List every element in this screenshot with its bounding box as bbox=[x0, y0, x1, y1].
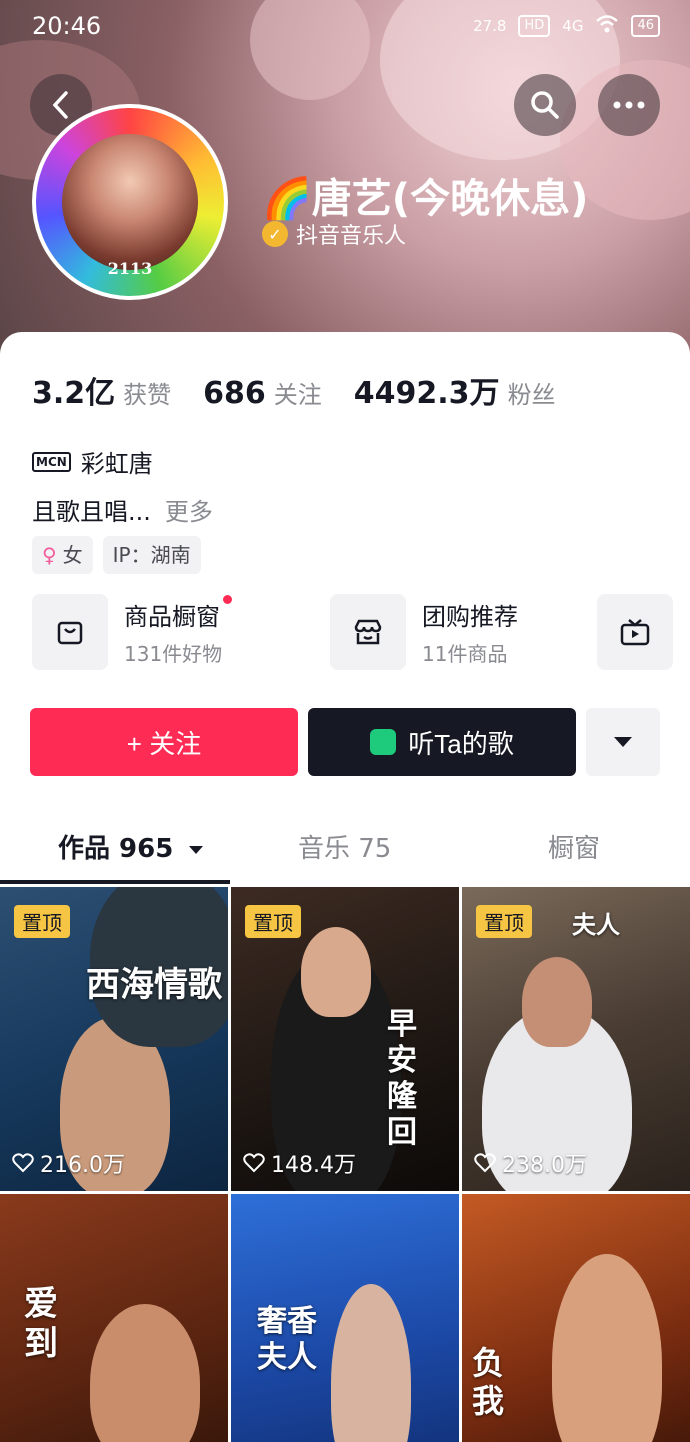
product-showcase-title: 商品橱窗 bbox=[124, 603, 220, 631]
profile-card: 3.2亿 获赞 686 关注 4492.3万 粉丝 MCN 彩虹唐 且歌且唱... 更多… bbox=[0, 332, 690, 1442]
profile-stats: 3.2亿 获赞 686 关注 4492.3万 粉丝 bbox=[32, 368, 588, 412]
mcn-icon: MCN bbox=[32, 451, 71, 472]
hd-icon: HD bbox=[518, 15, 551, 37]
search-button[interactable] bbox=[514, 74, 576, 136]
pinned-badge: 置顶 bbox=[476, 905, 532, 938]
profile-bio: 且歌且唱... 更多 bbox=[32, 492, 213, 527]
stat-likes[interactable]: 3.2亿 获赞 bbox=[32, 368, 171, 412]
video-tile[interactable]: 负我 bbox=[462, 1194, 690, 1442]
mcn-name: 彩虹唐 bbox=[80, 450, 153, 478]
avatar-number: 2113 bbox=[107, 259, 153, 278]
profile-tabs: 作品 965 音乐 75 橱窗 bbox=[0, 814, 690, 884]
wifi-icon bbox=[595, 14, 619, 38]
listen-songs-button[interactable]: 听Ta的歌 bbox=[308, 708, 576, 776]
action-buttons: + 关注 听Ta的歌 bbox=[30, 708, 660, 778]
status-time: 20:46 bbox=[32, 12, 102, 40]
signal-icon: 4G bbox=[562, 17, 584, 35]
mcn-row[interactable]: MCN 彩虹唐 bbox=[32, 444, 153, 479]
group-buy-subtitle: 11件商品 bbox=[422, 642, 508, 666]
video-likes: 238.0万 bbox=[474, 1147, 587, 1179]
video-tile[interactable]: 爱到 bbox=[0, 1194, 228, 1442]
chevron-left-icon bbox=[52, 91, 68, 119]
tab-music[interactable]: 音乐 75 bbox=[298, 814, 391, 884]
profile-tags: ♀ 女 IP：湖南 bbox=[32, 536, 201, 574]
video-tile[interactable]: 早安隆回 置顶 148.4万 bbox=[231, 887, 459, 1191]
video-title: 早安隆回 bbox=[387, 1007, 417, 1150]
battery-icon: 46 bbox=[631, 15, 660, 37]
recommend-dropdown-button[interactable] bbox=[586, 708, 660, 776]
heart-icon bbox=[474, 1153, 496, 1173]
profile-nickname: 🌈唐艺(今晚休息) bbox=[262, 176, 589, 222]
tv-icon bbox=[597, 594, 673, 670]
pinned-badge: 置顶 bbox=[245, 905, 301, 938]
video-tile[interactable]: 夫人 置顶 238.0万 bbox=[462, 887, 690, 1191]
status-bar: 20:46 27.8 HD 4G 46 bbox=[0, 0, 690, 54]
caret-down-icon bbox=[614, 737, 632, 747]
video-tile[interactable]: 奢香夫人 bbox=[231, 1194, 459, 1442]
gender-tag: ♀ 女 bbox=[32, 536, 93, 574]
video-title: 爱到 bbox=[24, 1284, 58, 1364]
group-buy-title: 团购推荐 bbox=[422, 603, 518, 631]
store-icon bbox=[330, 594, 406, 670]
video-title: 西海情歌 bbox=[86, 965, 222, 1005]
profile-page: 20:46 27.8 HD 4G 46 2113 🌈唐艺(今晚休息) ✓ 抖音音… bbox=[0, 0, 690, 1442]
more-options-button[interactable] bbox=[598, 74, 660, 136]
service-entries: 商品橱窗 131件好物 团购推荐 11件商品 bbox=[32, 594, 690, 672]
tab-works[interactable]: 作品 965 bbox=[58, 814, 204, 884]
stat-followers[interactable]: 4492.3万 粉丝 bbox=[354, 368, 556, 412]
live-tv-entry[interactable] bbox=[597, 594, 673, 670]
avatar[interactable]: 2113 bbox=[32, 104, 228, 300]
active-tab-indicator bbox=[0, 880, 230, 884]
heart-icon bbox=[12, 1153, 34, 1173]
more-dots-icon bbox=[613, 101, 645, 109]
caret-down-icon bbox=[189, 845, 204, 854]
bio-more-link[interactable]: 更多 bbox=[165, 498, 213, 526]
heart-icon bbox=[243, 1153, 265, 1173]
new-dot-badge bbox=[223, 595, 232, 604]
video-likes: 148.4万 bbox=[243, 1147, 356, 1179]
video-title: 奢香夫人 bbox=[257, 1304, 317, 1375]
verification-badge: ✓ 抖音音乐人 bbox=[262, 218, 406, 250]
ip-location-tag: IP：湖南 bbox=[102, 536, 201, 574]
verification-label: 抖音音乐人 bbox=[296, 224, 407, 249]
video-likes: 216.0万 bbox=[12, 1147, 125, 1179]
video-title: 夫人 bbox=[572, 910, 620, 939]
verified-check-icon: ✓ bbox=[262, 221, 288, 247]
female-icon: ♀ bbox=[42, 543, 57, 567]
product-showcase-entry[interactable]: 商品橱窗 131件好物 bbox=[32, 594, 232, 670]
search-icon bbox=[531, 91, 559, 119]
net-speed: 27.8 bbox=[473, 17, 507, 35]
group-buy-entry[interactable]: 团购推荐 11件商品 bbox=[330, 594, 518, 670]
stat-following[interactable]: 686 关注 bbox=[203, 375, 322, 411]
follow-button[interactable]: + 关注 bbox=[30, 708, 298, 776]
video-title: 负我 bbox=[472, 1344, 505, 1420]
product-showcase-subtitle: 131件好物 bbox=[124, 642, 223, 666]
video-tile[interactable]: 西海情歌 置顶 216.0万 bbox=[0, 887, 228, 1191]
music-note-icon bbox=[370, 729, 397, 755]
shopping-bag-icon bbox=[32, 594, 108, 670]
listen-songs-label: 听Ta的歌 bbox=[408, 728, 514, 759]
avatar-photo bbox=[62, 134, 198, 270]
tab-showcase[interactable]: 橱窗 bbox=[548, 814, 600, 884]
bio-text: 且歌且唱... bbox=[32, 498, 151, 526]
pinned-badge: 置顶 bbox=[14, 905, 70, 938]
